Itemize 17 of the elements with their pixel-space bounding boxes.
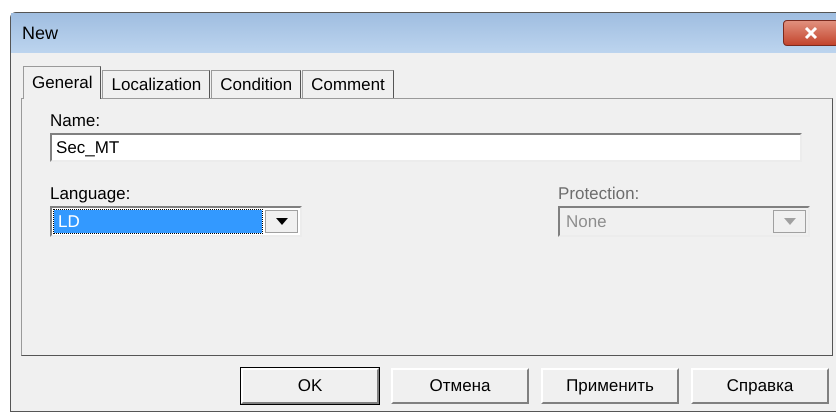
name-field[interactable]: Sec_MT [50,133,802,162]
tab[interactable]: General [23,66,102,99]
dialog-button[interactable]: Отмена [391,368,529,404]
window-title: New [22,22,60,44]
dialog-button[interactable]: OK [241,368,379,404]
tab[interactable]: Comment [302,70,394,98]
tab[interactable]: Condition [211,70,302,98]
tab[interactable]: Localization [102,70,210,98]
dialog-button[interactable]: Применить [541,368,679,404]
dropdown-value: LD [54,210,262,233]
dropdown-value: None [565,210,608,233]
close-button[interactable] [783,20,836,46]
field-label: Protection: [558,184,640,204]
field-label: Name: [50,111,102,131]
close-icon [804,27,818,39]
dialog-button[interactable]: Справка [691,368,829,404]
field-label: Language: [50,184,132,204]
